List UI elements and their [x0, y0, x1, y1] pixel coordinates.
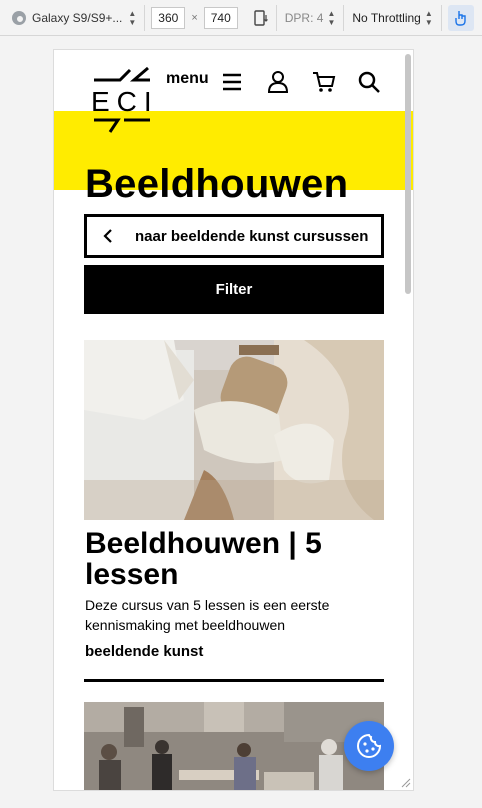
cart-icon[interactable]	[312, 70, 336, 94]
course-photo-2[interactable]	[84, 702, 384, 791]
user-icon[interactable]	[266, 70, 290, 94]
page-title: Beeldhouwen	[85, 162, 349, 206]
chrome-icon	[12, 10, 26, 25]
menu-label: menu	[166, 70, 209, 87]
back-to-category-button[interactable]: naar beeldende kunst cursussen	[84, 214, 384, 258]
device-name: Galaxy S9/S9+...	[32, 10, 123, 25]
cookie-settings-button[interactable]	[344, 721, 394, 771]
course-title[interactable]: Beeldhouwen | 5 lessen	[85, 528, 375, 590]
svg-text:ECI: ECI	[91, 86, 154, 117]
chevron-left-icon	[103, 229, 112, 243]
device-selector[interactable]: Galaxy S9/S9+... ▲ ▼	[0, 0, 144, 36]
touch-toggle-button[interactable]	[447, 4, 474, 31]
eci-logo[interactable]: ECI	[90, 60, 154, 136]
back-link-label: naar beeldende kunst cursussen	[135, 227, 369, 245]
rotate-icon[interactable]	[252, 9, 270, 27]
dropdown-caret-icon: ▲ ▼	[424, 8, 433, 27]
dropdown-caret-icon: ▲ ▼	[327, 8, 336, 27]
toolbar-divider	[440, 4, 442, 31]
times-separator: ×	[191, 11, 198, 24]
dropdown-caret-icon: ▲ ▼	[128, 8, 137, 27]
filter-button[interactable]: Filter	[84, 265, 384, 314]
card-divider	[84, 679, 384, 682]
hamburger-icon[interactable]	[221, 70, 245, 94]
course-category[interactable]: beeldende kunst	[85, 643, 203, 660]
devtools-toolbar: Galaxy S9/S9+... ▲ ▼ 360 × 740 DPR: 4 ▲ ▼ …	[0, 0, 482, 36]
course-description: Deze cursus van 5 lessen is een eerste k…	[85, 597, 330, 633]
height-input[interactable]: 740	[203, 6, 238, 29]
throttling-selector[interactable]: No Throttling ▲ ▼	[344, 9, 440, 27]
throttling-label: No Throttling	[352, 10, 421, 25]
dimensions-group: 360 × 740	[145, 6, 275, 29]
scrollbar-thumb[interactable]	[405, 54, 411, 294]
device-viewport: ECI menu Beeldhouwen naar beeldende kuns…	[53, 49, 414, 791]
cookie-icon	[357, 733, 382, 758]
search-icon[interactable]	[357, 70, 381, 94]
resize-handle-icon[interactable]	[401, 778, 411, 788]
dpr-selector[interactable]: DPR: 4 ▲ ▼	[277, 9, 344, 27]
width-input[interactable]: 360	[151, 6, 186, 29]
course-photo[interactable]	[84, 340, 384, 520]
dpr-label: DPR: 4	[284, 10, 324, 25]
touch-hand-icon	[455, 10, 466, 26]
menu-button[interactable]: menu	[166, 70, 209, 88]
